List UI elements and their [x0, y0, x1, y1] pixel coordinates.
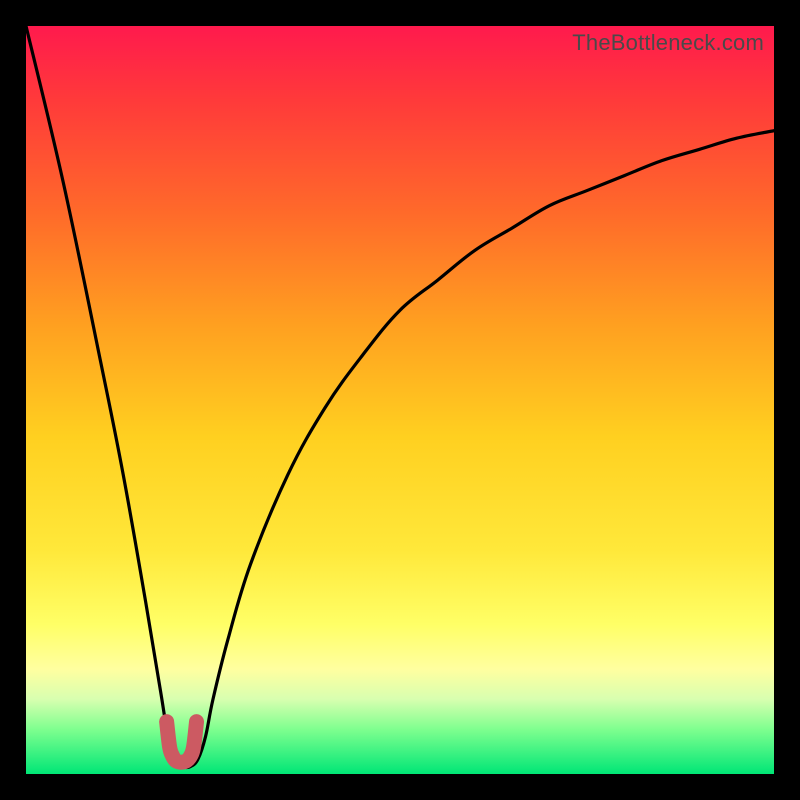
chart-svg [26, 26, 774, 774]
chart-frame: TheBottleneck.com [26, 26, 774, 774]
watermark-text: TheBottleneck.com [572, 30, 764, 56]
optimal-marker [167, 722, 197, 763]
bottleneck-curve [26, 26, 774, 768]
